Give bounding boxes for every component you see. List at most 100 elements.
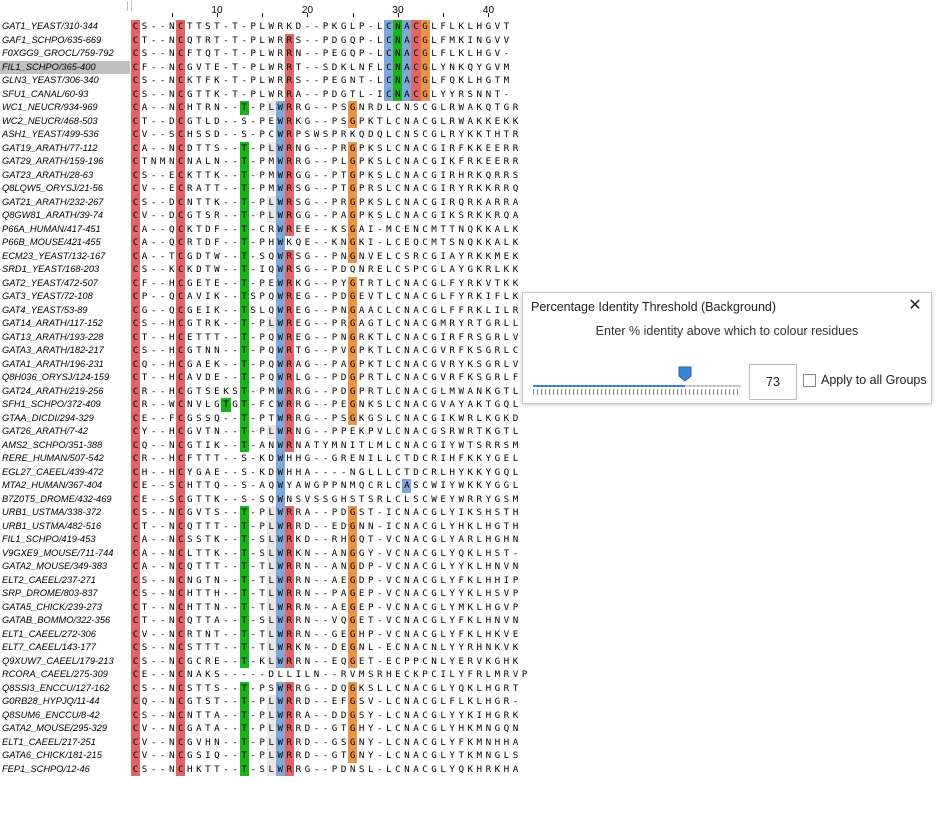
residue[interactable]: Y	[457, 709, 466, 723]
residue[interactable]: T	[239, 384, 249, 398]
sequence-name[interactable]: GAF1_SCHPO/635-669	[0, 34, 130, 48]
residue[interactable]: S	[357, 763, 366, 777]
residue[interactable]: S	[140, 263, 149, 277]
residue[interactable]: G	[303, 304, 312, 318]
residue[interactable]: Y	[457, 560, 466, 574]
residue[interactable]: G	[493, 709, 502, 723]
residue[interactable]: -	[366, 74, 375, 88]
residue[interactable]: F	[457, 371, 466, 385]
residue[interactable]: T	[258, 587, 267, 601]
residue[interactable]: Y	[457, 277, 466, 291]
residue[interactable]: Q	[167, 236, 176, 250]
residue[interactable]: -	[249, 560, 258, 574]
residue[interactable]: -	[312, 749, 321, 763]
residue[interactable]: -	[221, 115, 230, 129]
residue[interactable]: C	[421, 547, 430, 561]
residue[interactable]: -	[312, 695, 321, 709]
residue[interactable]: -	[221, 709, 230, 723]
residue[interactable]: H	[267, 236, 276, 250]
residue[interactable]: -	[249, 493, 258, 507]
residue[interactable]: T	[212, 47, 221, 61]
residue[interactable]: C	[131, 60, 141, 74]
residue[interactable]: S	[194, 533, 203, 547]
residue[interactable]: L	[384, 277, 393, 291]
sequence-row[interactable]: CT--HCAVDE--T-PQWRLG--PDGPRTLCNACGVRFKSG…	[131, 371, 521, 385]
residue[interactable]: S	[493, 506, 502, 520]
residue[interactable]: R	[294, 101, 303, 115]
residue[interactable]: -	[375, 736, 384, 750]
residue[interactable]: C	[393, 574, 402, 588]
residue[interactable]: W	[275, 155, 285, 169]
residue[interactable]: R	[339, 452, 348, 466]
residue[interactable]: M	[439, 317, 448, 331]
residue[interactable]: -	[375, 655, 384, 669]
residue[interactable]: R	[366, 182, 375, 196]
residue[interactable]: L	[266, 722, 276, 736]
residue[interactable]: Y	[448, 533, 457, 547]
residue[interactable]: C	[393, 763, 402, 777]
residue[interactable]: M	[348, 479, 357, 493]
residue[interactable]: K	[212, 74, 221, 88]
residue[interactable]: G	[430, 695, 439, 709]
sequence-name[interactable]: V9GXE9_MOUSE/711-744	[0, 547, 130, 561]
residue[interactable]: L	[439, 682, 448, 696]
residue[interactable]: K	[475, 115, 484, 129]
residue[interactable]: C	[393, 196, 402, 210]
residue[interactable]: L	[258, 61, 267, 75]
residue[interactable]: -	[231, 506, 240, 520]
residue[interactable]: W	[275, 411, 285, 425]
residue[interactable]: N	[402, 398, 411, 412]
residue[interactable]: K	[185, 74, 194, 88]
residue[interactable]: H	[212, 587, 221, 601]
residue[interactable]: S	[511, 169, 520, 183]
residue[interactable]: H	[484, 614, 493, 628]
residue[interactable]: T	[203, 277, 212, 291]
residue[interactable]: E	[140, 668, 149, 682]
residue[interactable]: T	[239, 101, 249, 115]
residue[interactable]: -	[321, 749, 330, 763]
residue[interactable]: H	[511, 506, 520, 520]
residue[interactable]: -	[221, 209, 230, 223]
residue[interactable]: V	[140, 722, 149, 736]
residue[interactable]: R	[466, 641, 475, 655]
residue[interactable]: Q	[502, 398, 511, 412]
residue[interactable]: K	[466, 358, 475, 372]
residue[interactable]: G	[303, 358, 312, 372]
residue[interactable]: L	[303, 668, 312, 682]
sequence-name[interactable]: Q8SSI3_ENCCU/127-162	[0, 682, 130, 696]
residue[interactable]: -	[221, 74, 230, 88]
residue[interactable]: P	[258, 425, 267, 439]
residue[interactable]: R	[448, 196, 457, 210]
residue[interactable]: L	[511, 466, 520, 480]
residue[interactable]: E	[294, 223, 303, 237]
residue[interactable]: R	[140, 398, 149, 412]
residue[interactable]: -	[321, 709, 330, 723]
residue[interactable]: H	[475, 20, 484, 34]
residue[interactable]: L	[384, 412, 393, 426]
residue[interactable]: C	[176, 74, 186, 88]
residue[interactable]: Q	[140, 358, 149, 372]
residue[interactable]: G	[303, 142, 312, 156]
residue[interactable]: C	[131, 546, 141, 560]
residue[interactable]: -	[221, 479, 230, 493]
residue[interactable]: W	[275, 654, 285, 668]
residue[interactable]: R	[284, 290, 294, 304]
residue[interactable]: L	[439, 709, 448, 723]
residue[interactable]: C	[131, 87, 141, 101]
residue[interactable]: -	[312, 61, 321, 75]
residue[interactable]: T	[140, 371, 149, 385]
residue[interactable]: N	[402, 641, 411, 655]
residue[interactable]: G	[185, 506, 194, 520]
residue[interactable]: C	[421, 223, 430, 237]
residue[interactable]: W	[275, 398, 285, 412]
residue[interactable]: S	[140, 641, 149, 655]
residue[interactable]: C	[393, 439, 402, 453]
residue[interactable]: T	[203, 560, 212, 574]
residue[interactable]: V	[493, 47, 502, 61]
residue[interactable]: -	[158, 263, 167, 277]
residue[interactable]: K	[502, 277, 511, 291]
residue[interactable]: R	[284, 344, 294, 358]
residue[interactable]: S	[339, 412, 348, 426]
residue[interactable]: Y	[366, 709, 375, 723]
residue[interactable]: S	[140, 709, 149, 723]
